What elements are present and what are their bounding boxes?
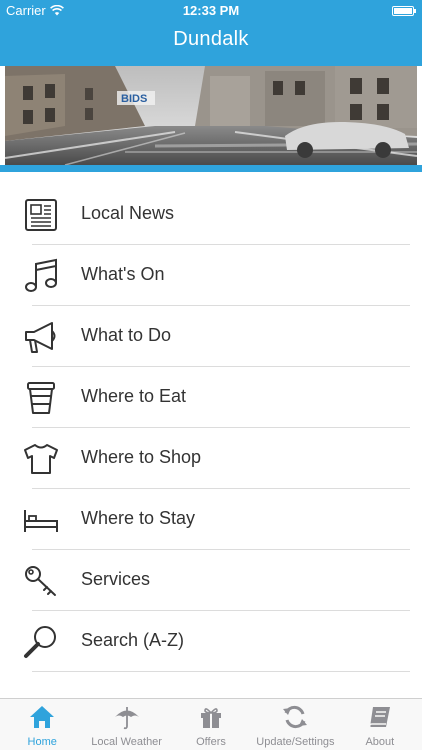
umbrella-icon: [114, 707, 139, 730]
tab-label: Home: [27, 736, 57, 748]
home-icon: [30, 706, 55, 728]
menu-item-where-to-shop[interactable]: Where to Shop: [0, 428, 422, 489]
tab-label: Update/Settings: [256, 736, 335, 748]
bed-icon: [24, 510, 58, 532]
tab-bar: Home Local Weather Offers Update/Setting…: [0, 698, 422, 750]
menu-item-what-to-do[interactable]: What to Do: [0, 306, 422, 367]
status-time: 12:33 PM: [182, 3, 240, 18]
refresh-icon: [283, 705, 308, 729]
tab-offers[interactable]: Offers: [169, 699, 253, 750]
tab-label: About: [365, 736, 395, 748]
app-header: Carrier 12:33 PM Dundalk: [0, 0, 422, 66]
newspaper-icon: [25, 199, 57, 231]
tab-label: Local Weather: [91, 736, 162, 748]
menu-item-label: What to Do: [81, 325, 172, 345]
menu-item-label: Search (A-Z): [81, 630, 185, 650]
tab-local-weather[interactable]: Local Weather: [84, 699, 168, 750]
gift-icon: [201, 708, 222, 728]
tab-home[interactable]: Home: [0, 699, 84, 750]
search-icon: [24, 626, 56, 658]
menu-item-whats-on[interactable]: What's On: [0, 245, 422, 306]
megaphone-icon: [25, 322, 56, 353]
menu-item-label: What's On: [81, 264, 165, 284]
tshirt-icon: [24, 444, 58, 474]
bids-logo-text: BIDS: [121, 93, 147, 105]
menu-item-label: Local News: [81, 203, 175, 223]
menu-item-label: Where to Shop: [81, 447, 202, 467]
menu-item-search-az[interactable]: Search (A-Z): [0, 611, 422, 672]
coffee-cup-icon: [27, 382, 55, 414]
page-title: Dundalk: [173, 28, 249, 50]
menu-item-label: Where to Eat: [81, 386, 187, 406]
menu-item-local-news[interactable]: Local News: [0, 184, 422, 245]
street-scene-image: BIDS: [5, 66, 417, 165]
menu-item-services[interactable]: Services: [0, 550, 422, 611]
tab-about[interactable]: About: [338, 699, 422, 750]
main-menu: Local News What's On What to Do Where to…: [0, 184, 422, 672]
status-bar: Carrier 12:33 PM: [0, 0, 422, 22]
tab-label: Offers: [196, 736, 226, 748]
menu-item-label: Services: [81, 569, 151, 589]
banner-image: BIDS: [5, 66, 417, 165]
tab-update-settings[interactable]: Update/Settings: [253, 699, 337, 750]
menu-item-label: Where to Stay: [81, 508, 196, 528]
music-note-icon: [25, 258, 57, 292]
menu-item-where-to-stay[interactable]: Where to Stay: [0, 489, 422, 550]
battery-icon: [392, 6, 416, 16]
key-icon: [25, 566, 56, 596]
menu-item-where-to-eat[interactable]: Where to Eat: [0, 367, 422, 428]
banner-divider: [0, 165, 422, 172]
book-icon: [368, 707, 390, 728]
